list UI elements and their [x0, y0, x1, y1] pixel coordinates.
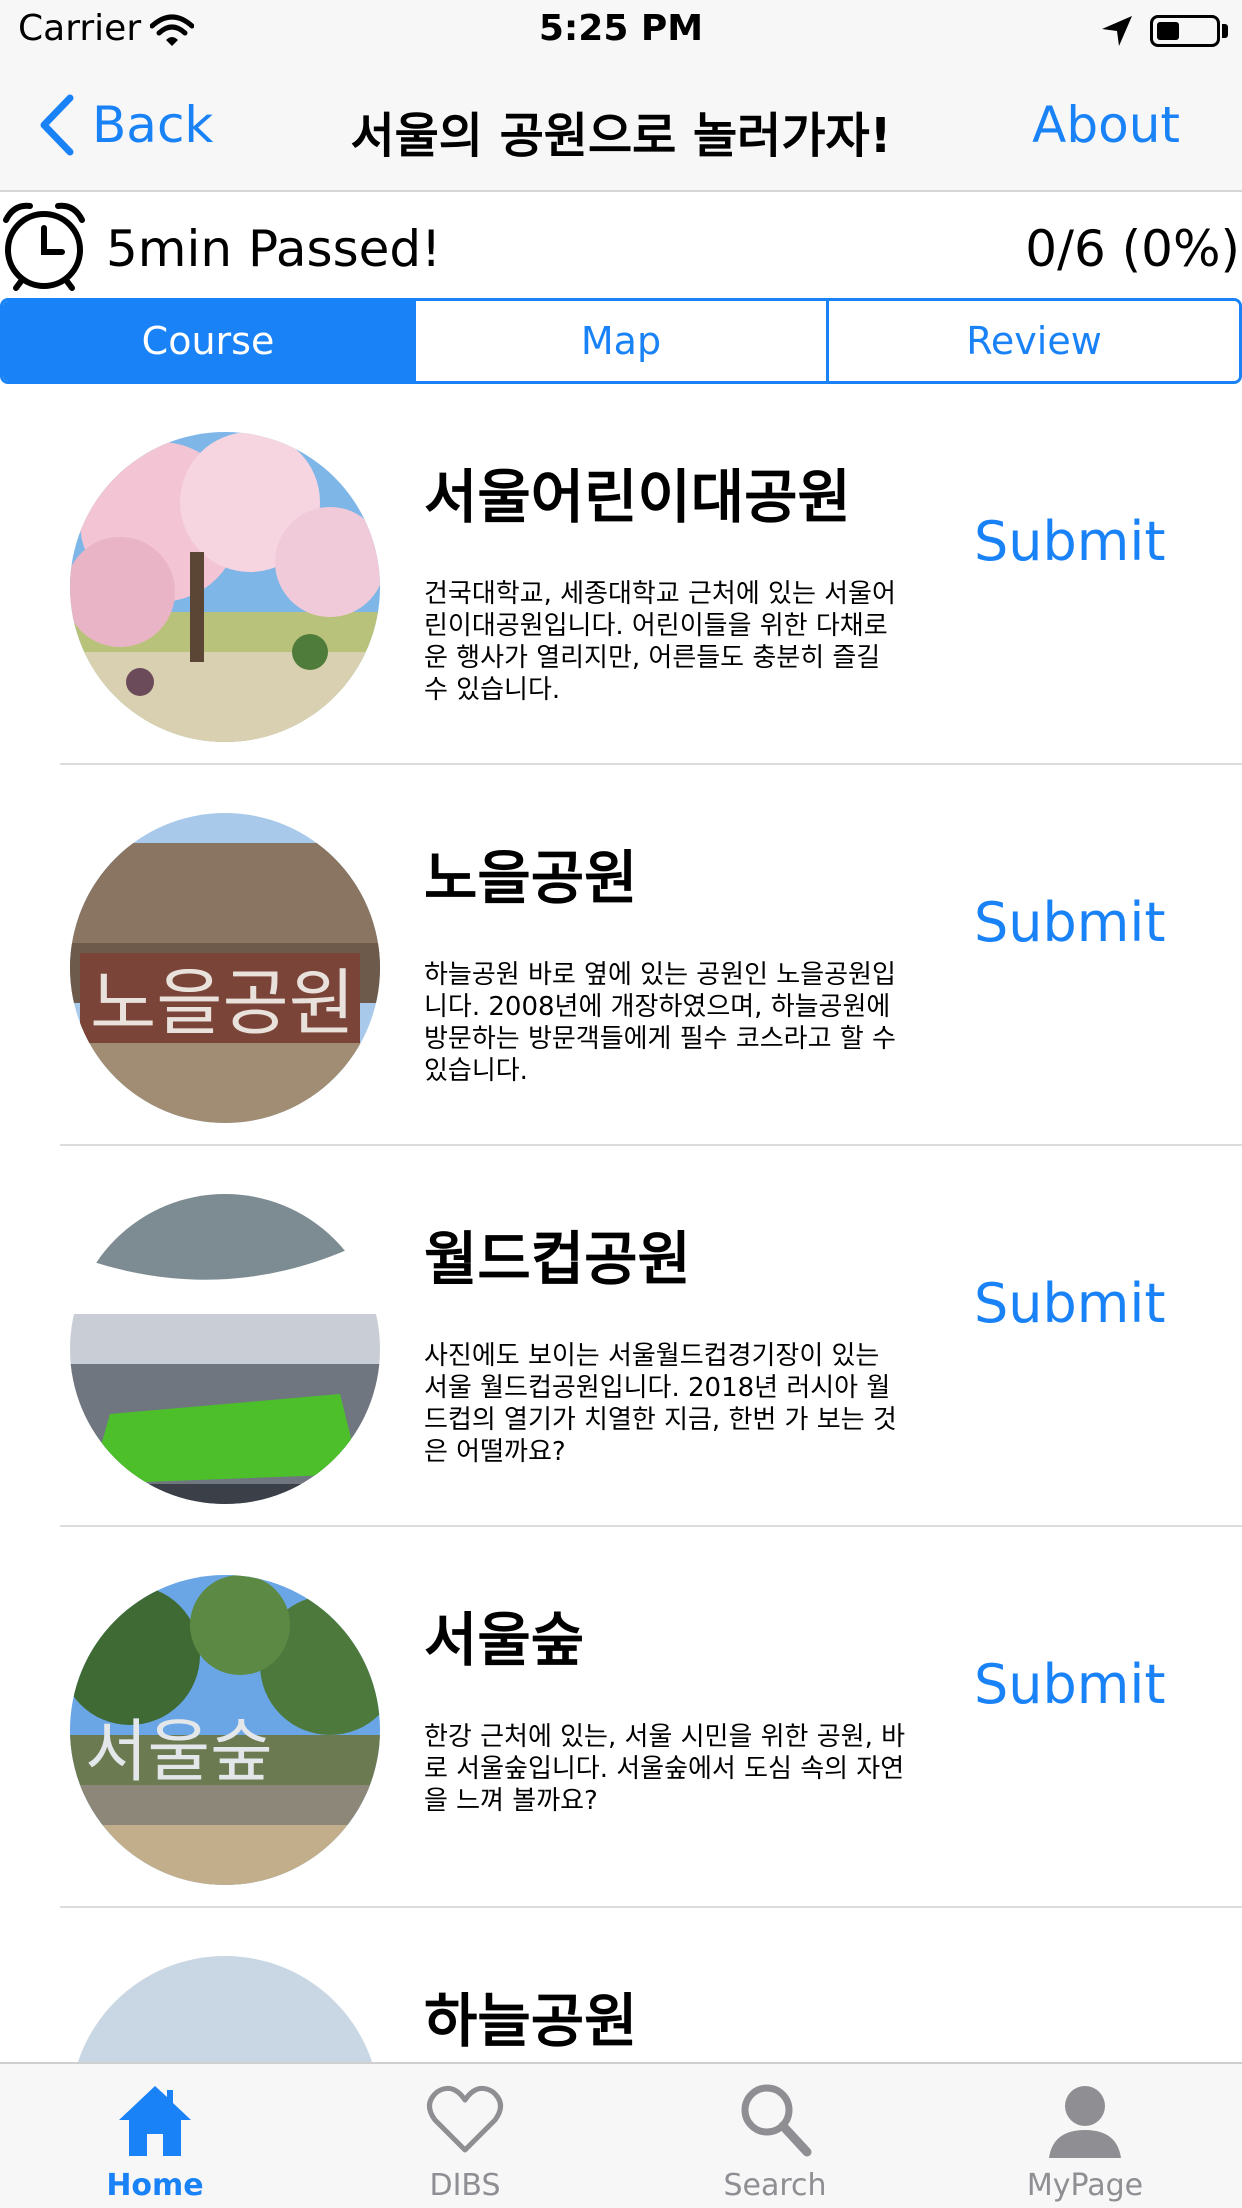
tab-search[interactable]: Search: [620, 2064, 930, 2208]
timer-row: 5min Passed! 0/6 (0%): [0, 194, 1242, 298]
tab-label: MyPage: [1026, 2168, 1144, 2203]
tab-label: Search: [723, 2168, 827, 2203]
tab-bar: Home DIBS Search MyPage: [0, 2062, 1242, 2208]
park-photo: [70, 1194, 380, 1504]
park-name: 월드컵공원: [424, 1225, 691, 1293]
submit-button[interactable]: Submit: [974, 1653, 1166, 1716]
submit-button[interactable]: Submit: [974, 1272, 1166, 1335]
battery-tip: [1222, 24, 1228, 38]
tab-home[interactable]: Home: [0, 2064, 310, 2208]
list-item[interactable]: 서울숲 서울숲 한강 근처에 있는, 서울 시민을 위한 공원, 바로 서울숲입…: [0, 1527, 1242, 1908]
about-button[interactable]: About: [1032, 96, 1180, 154]
back-button[interactable]: Back: [36, 90, 213, 160]
svg-text:서울숲: 서울숲: [85, 1713, 273, 1792]
list-item[interactable]: 노을공원 노을공원 하늘공원 바로 옆에 있는 공원인 노을공원입니다. 200…: [0, 765, 1242, 1146]
submit-button[interactable]: Submit: [974, 891, 1166, 954]
park-photo: 서울숲: [70, 1575, 380, 1885]
park-name: 노을공원: [424, 844, 638, 912]
park-photo: [70, 1956, 380, 2062]
tab-dibs[interactable]: DIBS: [310, 2064, 620, 2208]
segment-course[interactable]: Course: [3, 301, 413, 381]
status-time: 5:25 PM: [538, 8, 704, 49]
park-photo: [70, 432, 380, 742]
segment-review[interactable]: Review: [826, 301, 1239, 381]
list-item[interactable]: 서울어린이대공원 건국대학교, 세종대학교 근처에 있는 서울어린이대공원입니다…: [0, 384, 1242, 765]
park-description: 하늘공원 바로 옆에 있는 공원인 노을공원입니다. 2008년에 개장하였으며…: [424, 960, 896, 1086]
list-item[interactable]: 월드컵공원 사진에도 보이는 서울월드컵경기장이 있는 서울 월드컵공원입니다.…: [0, 1146, 1242, 1527]
tab-mypage[interactable]: MyPage: [930, 2064, 1240, 2208]
battery-icon: [1150, 15, 1220, 47]
person-icon: [1049, 2086, 1121, 2158]
park-description: 건국대학교, 세종대학교 근처에 있는 서울어린이대공원입니다. 어린이들을 위…: [424, 579, 896, 705]
tab-label: DIBS: [429, 2168, 501, 2203]
chevron-left-icon: [40, 94, 74, 156]
navigation-bar: Back 서울의 공원으로 놀러가자! About: [0, 60, 1242, 192]
back-label: Back: [92, 96, 214, 154]
park-name: 하늘공원: [424, 1987, 638, 2055]
park-description: 사진에도 보이는 서울월드컵경기장이 있는 서울 월드컵공원입니다. 2018년…: [424, 1341, 897, 1467]
elapsed-time-label: 5min Passed!: [106, 220, 442, 278]
segment-map[interactable]: Map: [413, 301, 826, 381]
search-icon: [741, 2084, 812, 2157]
alarm-clock-icon: [3, 202, 85, 291]
svg-text:노을공원: 노을공원: [90, 961, 355, 1045]
progress-label: 0/6 (0%): [1025, 220, 1240, 278]
park-name: 서울어린이대공원: [424, 463, 851, 531]
park-photo: 노을공원: [70, 813, 380, 1123]
segmented-control: Course Map Review: [0, 298, 1242, 384]
course-list[interactable]: 서울어린이대공원 건국대학교, 세종대학교 근처에 있는 서울어린이대공원입니다…: [0, 384, 1242, 2062]
list-item[interactable]: 하늘공원: [0, 1908, 1242, 2062]
submit-button[interactable]: Submit: [974, 510, 1166, 573]
heart-icon: [427, 2085, 503, 2153]
park-name: 서울숲: [424, 1606, 585, 1674]
park-description: 한강 근처에 있는, 서울 시민을 위한 공원, 바로 서울숲입니다. 서울숲에…: [424, 1722, 906, 1816]
status-bar: Carrier 5:25 PM: [0, 0, 1242, 60]
location-arrow-icon: [1102, 16, 1132, 46]
home-icon: [119, 2086, 191, 2156]
tab-label: Home: [106, 2168, 204, 2203]
